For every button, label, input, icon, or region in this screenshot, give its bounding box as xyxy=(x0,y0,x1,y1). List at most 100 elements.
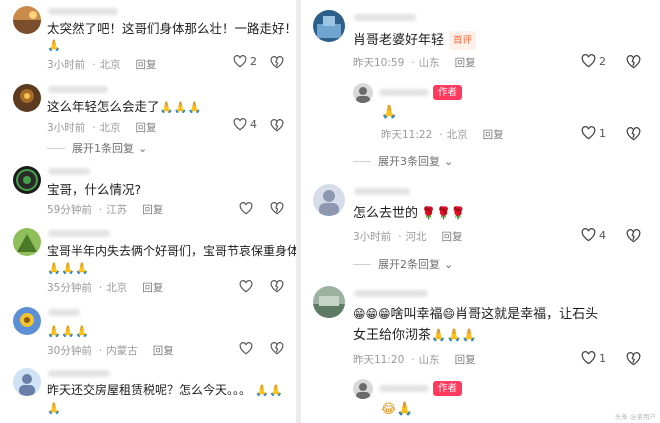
like-button[interactable]: 4 xyxy=(581,228,606,242)
username[interactable] xyxy=(48,370,110,377)
username[interactable] xyxy=(354,188,410,195)
reply-button[interactable]: 回复 xyxy=(483,129,504,141)
avatar[interactable] xyxy=(313,10,345,42)
author-avatar[interactable] xyxy=(353,83,373,103)
expand-replies-button[interactable]: 展开3条回复 ⌄ xyxy=(353,153,453,169)
avatar[interactable] xyxy=(13,84,41,112)
comment-text-line2: 🙏🙏🙏 xyxy=(47,262,90,275)
username[interactable] xyxy=(48,230,110,237)
avatar[interactable] xyxy=(13,6,41,34)
chevron-down-icon: ⌄ xyxy=(444,257,454,271)
heart-icon xyxy=(581,351,596,365)
comment-time: 昨天10:59 xyxy=(353,57,405,69)
reply-button[interactable]: 回复 xyxy=(442,231,463,243)
author-username[interactable] xyxy=(379,89,429,96)
avatar[interactable] xyxy=(13,166,41,194)
comment-text-line2: 女王给你沏茶🙏🙏🙏 xyxy=(353,328,478,343)
emoji: 😄 xyxy=(442,307,456,321)
comment-time: 3小时前 xyxy=(47,59,86,71)
username[interactable] xyxy=(354,14,416,21)
dislike-button[interactable] xyxy=(270,280,284,293)
like-button[interactable]: 1 xyxy=(581,351,606,365)
avatar[interactable] xyxy=(313,184,345,216)
avatar[interactable] xyxy=(13,307,41,335)
author-username[interactable] xyxy=(379,385,429,392)
comment-time: 30分钟前 xyxy=(47,345,92,357)
reply-time: 昨天11:22 xyxy=(381,129,433,141)
reply-button[interactable]: 回复 xyxy=(136,122,157,134)
expand-replies-button[interactable]: 展开1条回复 ⌄ xyxy=(47,140,147,156)
like-button[interactable] xyxy=(239,342,253,355)
comment-location: 江苏 xyxy=(106,204,128,216)
comment-meta: 昨天11:20 · 山东 回复 xyxy=(353,354,476,366)
dislike-button[interactable] xyxy=(270,342,284,355)
username[interactable] xyxy=(48,8,118,15)
comment-item: 这么年轻怎么会走了🙏🙏🙏 3小时前 · 北京 回复 4 展开1条回复 ⌄ xyxy=(0,80,296,160)
like-button[interactable]: 4 xyxy=(233,118,257,131)
reply-button[interactable]: 回复 xyxy=(455,57,476,69)
like-count: 2 xyxy=(250,55,257,68)
comment-time: 昨天11:20 xyxy=(353,354,405,366)
broken-heart-icon xyxy=(626,127,641,141)
right-comment-column: 肖哥老婆好年轻 首评 昨天10:59 · 山东 回复 2 作者 🙏 昨天11:22 · 北京… xyxy=(301,0,660,423)
like-button[interactable]: 2 xyxy=(233,55,257,68)
comment-text: 🙏🙏🙏 xyxy=(47,325,90,338)
comment-location: 河北 xyxy=(405,231,427,243)
comment-meta: 59分钟前 · 江苏 回复 xyxy=(47,204,164,216)
reply-meta: 昨天11:22 · 北京 回复 xyxy=(381,129,504,141)
broken-heart-icon xyxy=(270,119,284,132)
chevron-down-icon: ⌄ xyxy=(444,154,454,168)
dislike-button[interactable] xyxy=(270,56,284,69)
username[interactable] xyxy=(48,168,90,175)
emoji: 🙏🙏🙏 xyxy=(159,101,203,114)
dislike-button[interactable] xyxy=(626,229,641,243)
like-button[interactable]: 2 xyxy=(581,54,606,68)
like-count: 4 xyxy=(599,228,606,242)
comment-item: 宝哥半年内失去俩个好哥们，宝哥节哀保重身体 🙏🙏🙏 35分钟前 · 北京 回复 xyxy=(0,222,296,302)
dislike-button[interactable] xyxy=(626,55,641,69)
comment-meta: 35分钟前 · 北京 回复 xyxy=(47,282,164,294)
comment-text: 怎么去世的 🌹🌹🌹 xyxy=(353,206,466,221)
comment-meta: 3小时前 · 北京 回复 xyxy=(47,59,157,71)
dislike-button[interactable] xyxy=(270,202,284,215)
emoji: 😁😁😁 xyxy=(353,307,391,321)
username[interactable] xyxy=(48,309,80,316)
reply-button[interactable]: 回复 xyxy=(136,59,157,71)
author-avatar[interactable] xyxy=(353,379,373,399)
heart-icon xyxy=(581,228,596,242)
broken-heart-icon xyxy=(270,280,284,293)
reply-item: 作者 🙏 昨天11:22 · 北京 回复 1 展开3条回复 ⌄ xyxy=(301,80,660,176)
heart-icon xyxy=(233,55,247,68)
like-button[interactable] xyxy=(239,202,253,215)
heart-icon xyxy=(581,126,596,140)
comment-text-line2: 🙏 xyxy=(47,39,62,52)
username[interactable] xyxy=(354,290,428,297)
avatar[interactable] xyxy=(313,286,345,318)
reply-button[interactable]: 回复 xyxy=(142,282,163,294)
broken-heart-icon xyxy=(270,56,284,69)
comment-time: 35分钟前 xyxy=(47,282,92,294)
comment-location: 北京 xyxy=(106,282,128,294)
broken-heart-icon xyxy=(626,229,641,243)
heart-icon xyxy=(233,118,247,131)
comment-location: 山东 xyxy=(418,57,440,69)
expand-replies-button[interactable]: 展开2条回复 ⌄ xyxy=(353,256,453,272)
avatar[interactable] xyxy=(13,368,41,396)
chevron-down-icon: ⌄ xyxy=(138,141,148,155)
broken-heart-icon xyxy=(626,55,641,69)
avatar[interactable] xyxy=(13,228,41,256)
reply-button[interactable]: 回复 xyxy=(153,345,174,357)
comment-text-line2: 🙏 xyxy=(47,402,62,415)
reply-button[interactable]: 回复 xyxy=(455,354,476,366)
reply-button[interactable]: 回复 xyxy=(142,204,163,216)
dislike-button[interactable] xyxy=(626,127,641,141)
dislike-button[interactable] xyxy=(270,119,284,132)
dislike-button[interactable] xyxy=(626,352,641,366)
username[interactable] xyxy=(48,86,108,93)
like-button[interactable]: 1 xyxy=(581,126,606,140)
broken-heart-icon xyxy=(270,342,284,355)
like-button[interactable] xyxy=(239,280,253,293)
comment-time: 3小时前 xyxy=(47,122,86,134)
comment-text: 太突然了吧！这哥们身体那么壮！一路走好！ xyxy=(47,21,296,36)
reply-text: 😂🙏 xyxy=(381,402,414,417)
